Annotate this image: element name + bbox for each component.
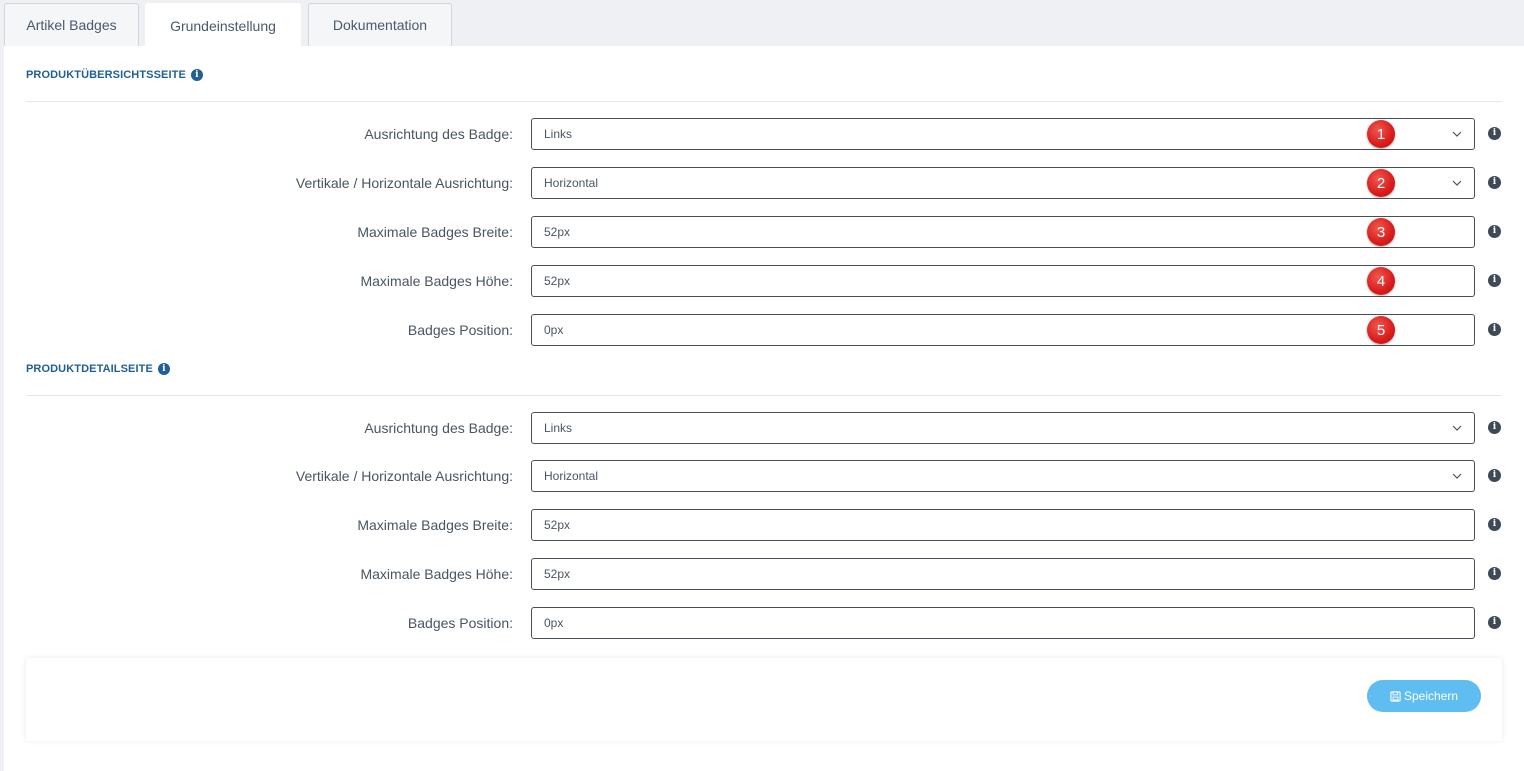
info-icon[interactable]: i (1488, 518, 1501, 531)
field-label: Ausrichtung des Badge: (364, 420, 513, 436)
chevron-down-icon (1452, 471, 1462, 481)
orientation-select[interactable]: Horizontal (531, 460, 1475, 492)
row-maximale-badges-hoehe: Maximale Badges Höhe: 52px 4 i (4, 265, 1524, 297)
info-icon[interactable]: i (1488, 225, 1501, 238)
annotation-marker-5: 5 (1367, 316, 1395, 344)
field-label: Badges Position: (407, 615, 513, 631)
row-ausrichtung-des-badge: Ausrichtung des Badge: Links i (4, 412, 1524, 444)
tab-dokumentation[interactable]: Dokumentation (308, 3, 452, 46)
row-vertikale-horizontale-ausrichtung: Vertikale / Horizontale Ausrichtung: Hor… (4, 460, 1524, 492)
row-maximale-badges-hoehe: Maximale Badges Höhe: 52px i (4, 558, 1524, 590)
select-value: Links (544, 127, 573, 141)
annotation-marker-1: 1 (1367, 120, 1395, 148)
row-maximale-badges-breite: Maximale Badges Breite: 52px 3 i (4, 216, 1524, 248)
ausrichtung-select[interactable]: Links (531, 118, 1475, 150)
row-badges-position: Badges Position: 0px 5 i (4, 314, 1524, 346)
max-width-input[interactable]: 52px (531, 216, 1475, 248)
input-value: 52px (544, 567, 571, 581)
info-icon[interactable]: i (1488, 567, 1501, 580)
section-title-produktuebersichtsseite: PRODUKTÜBERSICHTSSEITE i (26, 69, 203, 81)
field-label: Vertikale / Horizontale Ausrichtung: (295, 175, 513, 191)
section-title-produktdetailseite: PRODUKTDETAILSEITE i (26, 363, 170, 375)
field-label: Ausrichtung des Badge: (364, 126, 513, 142)
max-height-input[interactable]: 52px (531, 265, 1475, 297)
footer-card: Speichern (26, 658, 1502, 741)
field-label: Maximale Badges Höhe: (360, 566, 513, 582)
section-divider (26, 101, 1502, 102)
field-label: Maximale Badges Höhe: (360, 273, 513, 289)
section-title-text: PRODUKTÜBERSICHTSSEITE (26, 69, 186, 81)
input-value: 0px (544, 616, 564, 630)
position-input[interactable]: 0px (531, 314, 1475, 346)
input-value: 0px (544, 323, 564, 337)
position-input[interactable]: 0px (531, 607, 1475, 639)
info-icon[interactable]: i (1488, 616, 1501, 629)
row-vertikale-horizontale-ausrichtung: Vertikale / Horizontale Ausrichtung: Hor… (4, 167, 1524, 199)
chevron-down-icon (1452, 178, 1462, 188)
chevron-down-icon (1452, 129, 1462, 139)
section-title-text: PRODUKTDETAILSEITE (26, 363, 153, 375)
row-ausrichtung-des-badge: Ausrichtung des Badge: Links 1 i (4, 118, 1524, 150)
select-value: Horizontal (544, 469, 599, 483)
section-divider (26, 395, 1502, 396)
info-icon[interactable]: i (1488, 127, 1501, 140)
row-maximale-badges-breite: Maximale Badges Breite: 52px i (4, 509, 1524, 541)
tab-bar: Artikel Badges Grundeinstellung Dokument… (0, 0, 1524, 47)
field-label: Vertikale / Horizontale Ausrichtung: (295, 468, 513, 484)
annotation-marker-3: 3 (1367, 218, 1395, 246)
info-icon[interactable]: i (1488, 176, 1501, 189)
input-value: 52px (544, 274, 571, 288)
annotation-marker-4: 4 (1367, 267, 1395, 295)
field-label: Maximale Badges Breite: (357, 224, 513, 240)
tab-artikel-badges[interactable]: Artikel Badges (4, 3, 139, 46)
save-button-label: Speichern (1403, 689, 1459, 703)
annotation-marker-2: 2 (1367, 169, 1395, 197)
field-label: Badges Position: (407, 322, 513, 338)
max-width-input[interactable]: 52px (531, 509, 1475, 541)
ausrichtung-select[interactable]: Links (531, 412, 1475, 444)
input-value: 52px (544, 518, 571, 532)
tab-grundeinstellung[interactable]: Grundeinstellung (145, 3, 301, 47)
row-badges-position: Badges Position: 0px i (4, 607, 1524, 639)
info-icon[interactable]: i (1488, 323, 1501, 336)
settings-panel: PRODUKTÜBERSICHTSSEITE i Ausrichtung des… (4, 46, 1524, 771)
field-label: Maximale Badges Breite: (357, 517, 513, 533)
input-value: 52px (544, 225, 571, 239)
chevron-down-icon (1452, 423, 1462, 433)
info-icon[interactable]: i (1488, 421, 1501, 434)
info-icon[interactable]: i (157, 363, 170, 375)
select-value: Links (544, 421, 573, 435)
max-height-input[interactable]: 52px (531, 558, 1475, 590)
save-icon (1390, 690, 1401, 702)
info-icon[interactable]: i (1488, 274, 1501, 287)
save-button[interactable]: Speichern (1367, 680, 1481, 712)
info-icon[interactable]: i (190, 69, 203, 81)
orientation-select[interactable]: Horizontal (531, 167, 1475, 199)
select-value: Horizontal (544, 176, 599, 190)
info-icon[interactable]: i (1488, 469, 1501, 482)
